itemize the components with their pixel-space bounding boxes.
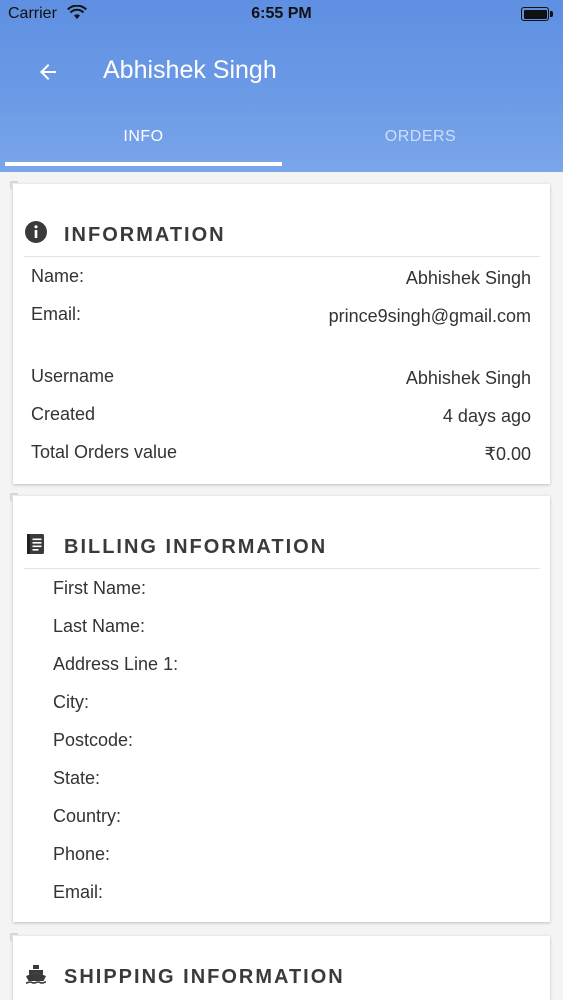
info-value: Abhishek Singh bbox=[405, 368, 531, 388]
tab-orders[interactable]: ORDERS bbox=[282, 108, 559, 166]
book-icon bbox=[24, 532, 48, 556]
information-header: INFORMATION bbox=[13, 184, 550, 264]
divider bbox=[24, 568, 540, 569]
divider bbox=[24, 256, 540, 257]
info-label: Name: bbox=[31, 266, 85, 286]
tab-bar: INFO ORDERS bbox=[0, 108, 563, 166]
tab-indicator bbox=[5, 162, 282, 166]
billing-field: State: bbox=[53, 768, 101, 788]
info-label: Username bbox=[31, 366, 115, 386]
info-value: ₹0.00 bbox=[484, 444, 532, 464]
shipping-card: SHIPPING INFORMATION bbox=[10, 933, 550, 1000]
battery-icon bbox=[521, 7, 553, 21]
information-card: INFORMATION Name: Abhishek Singh Email: … bbox=[10, 181, 550, 484]
billing-title: BILLING INFORMATION bbox=[64, 536, 328, 558]
billing-field: Postcode: bbox=[53, 730, 134, 750]
billing-field: Country: bbox=[53, 806, 122, 826]
arrow-left-icon[interactable] bbox=[28, 52, 68, 92]
shipping-title: SHIPPING INFORMATION bbox=[64, 966, 345, 988]
ship-icon bbox=[24, 962, 48, 986]
info-label: Email: bbox=[31, 304, 82, 324]
billing-field: Email: bbox=[53, 882, 104, 902]
status-time: 6:55 PM bbox=[251, 5, 312, 22]
info-value: prince9singh@gmail.com bbox=[328, 306, 531, 326]
info-circle-icon bbox=[24, 220, 48, 244]
billing-card: BILLING INFORMATION First Name: Last Nam… bbox=[10, 493, 550, 922]
shipping-header: SHIPPING INFORMATION bbox=[13, 936, 550, 1000]
app-header: Carrier 6:55 PM Abhishek Singh INFO ORDE… bbox=[0, 0, 563, 172]
information-title: INFORMATION bbox=[64, 224, 226, 246]
billing-field: Address Line 1: bbox=[53, 654, 179, 674]
info-label: Created bbox=[31, 404, 96, 424]
top-bar: Abhishek Singh bbox=[0, 40, 563, 104]
billing-field: First Name: bbox=[53, 578, 147, 598]
billing-field: Phone: bbox=[53, 844, 111, 864]
billing-header: BILLING INFORMATION bbox=[13, 496, 550, 576]
billing-field: Last Name: bbox=[53, 616, 146, 636]
info-label: Total Orders value bbox=[31, 442, 178, 462]
info-value: Abhishek Singh bbox=[405, 268, 531, 288]
status-bar: Carrier 6:55 PM bbox=[0, 0, 563, 30]
billing-field: City: bbox=[53, 692, 89, 712]
page-title: Abhishek Singh bbox=[103, 56, 277, 84]
tab-info[interactable]: INFO bbox=[5, 108, 282, 166]
info-value: 4 days ago bbox=[442, 406, 531, 426]
